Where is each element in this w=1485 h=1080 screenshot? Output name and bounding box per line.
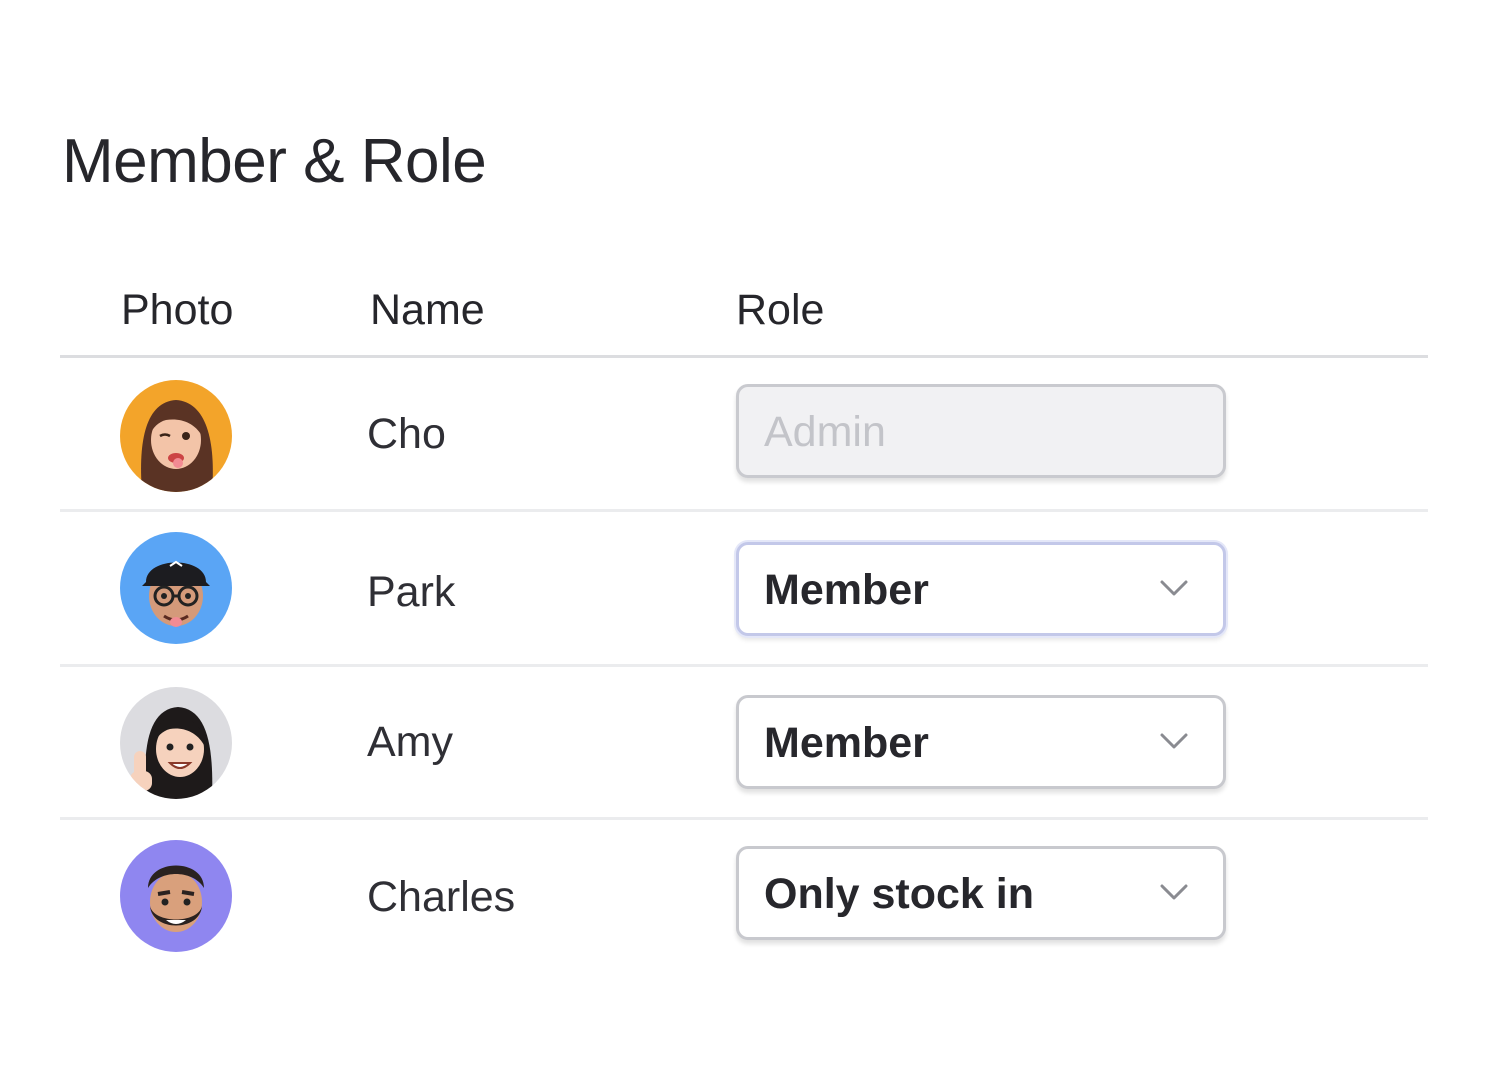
column-header-role: Role [736, 286, 825, 334]
table-row: Cho Admin [60, 358, 1428, 512]
avatar [120, 380, 232, 492]
role-value: Only stock in [764, 870, 1035, 918]
avatar-girl-black-hair-icon [120, 687, 232, 799]
member-name: Amy [367, 718, 453, 766]
role-select[interactable]: Member [736, 542, 1226, 636]
column-header-photo: Photo [121, 286, 234, 334]
member-name: Park [367, 568, 456, 616]
avatar [120, 532, 232, 644]
page-title: Member & Role [62, 127, 487, 196]
table-row: Charles Only stock in [60, 820, 1428, 970]
table-row: Park Member [60, 512, 1428, 667]
chevron-down-icon [1159, 578, 1189, 598]
member-table: Photo Name Role Cho Admin Park Member Am… [60, 270, 1428, 970]
chevron-down-icon [1159, 731, 1189, 751]
avatar-girl-brown-hair-icon [120, 380, 232, 492]
avatar [120, 840, 232, 952]
table-header: Photo Name Role [60, 270, 1428, 358]
role-select-disabled: Admin [736, 384, 1226, 478]
avatar [120, 687, 232, 799]
table-row: Amy Member [60, 667, 1428, 820]
role-value: Member [764, 566, 929, 614]
chevron-down-icon [1159, 882, 1189, 902]
member-name: Charles [367, 873, 516, 921]
avatar-boy-cap-glasses-icon [120, 532, 232, 644]
column-header-name: Name [370, 286, 485, 334]
role-select[interactable]: Member [736, 695, 1226, 789]
role-select[interactable]: Only stock in [736, 846, 1226, 940]
avatar-man-beard-icon [120, 840, 232, 952]
member-role-page: Member & Role Photo Name Role Cho Admin … [0, 0, 1485, 1080]
role-value: Admin [764, 408, 886, 456]
role-value: Member [764, 719, 929, 767]
member-name: Cho [367, 410, 446, 458]
